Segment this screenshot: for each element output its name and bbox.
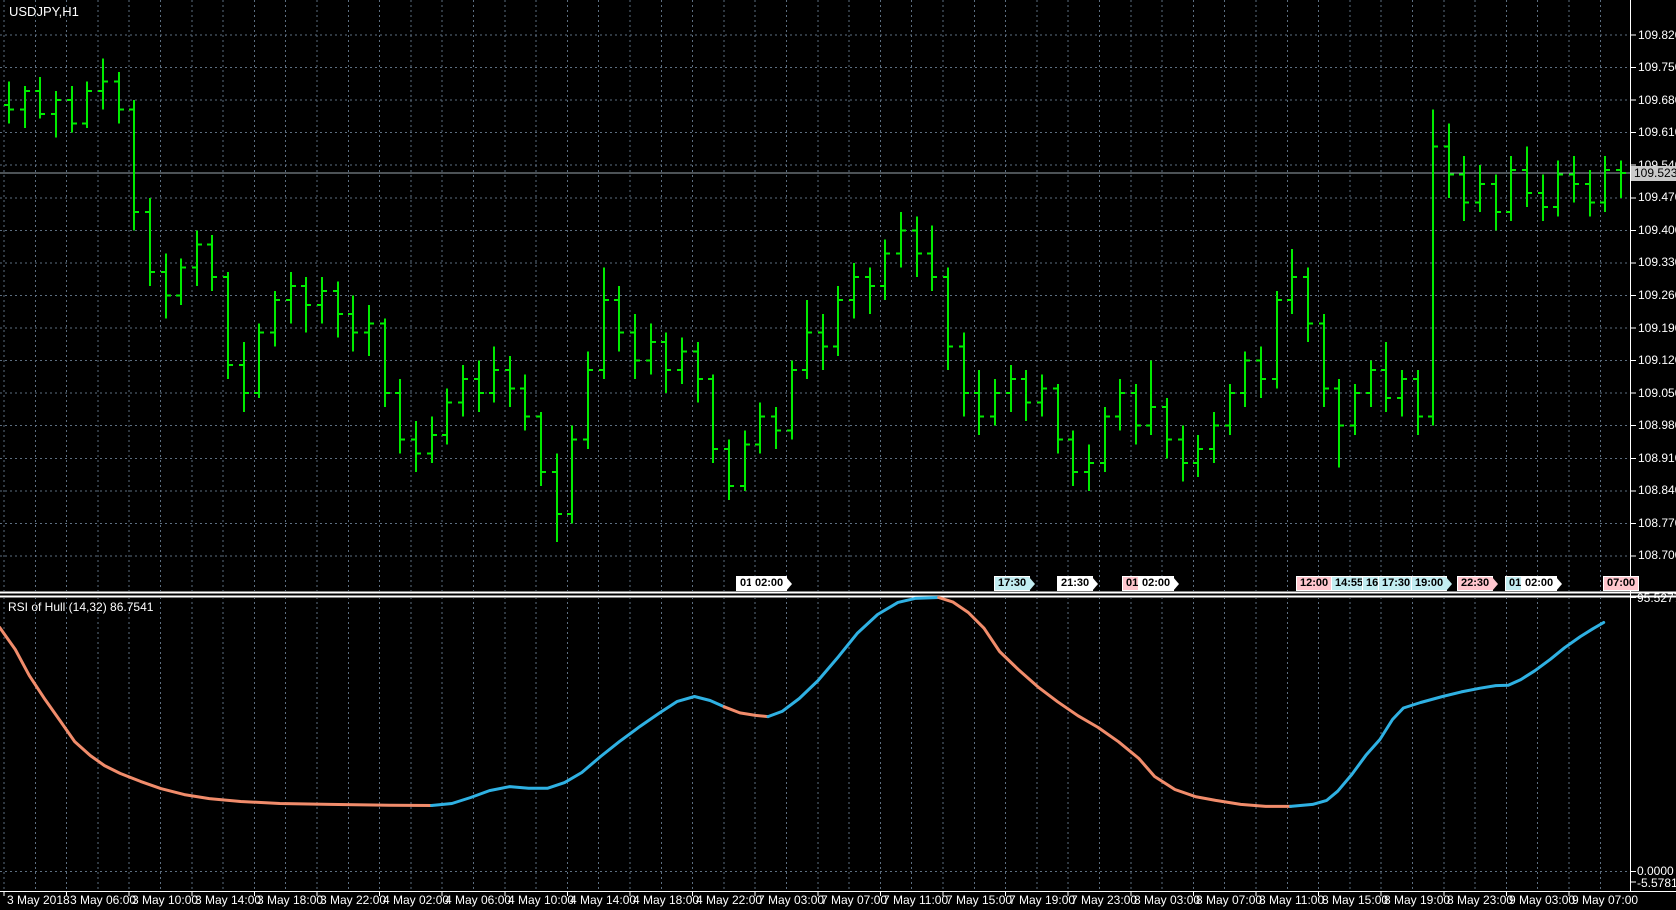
time-axis-label: 8 May 03:00 [1134,893,1201,907]
event-time-flag: 02:00 [751,576,788,591]
time-axis-label: 7 May 03:00 [758,893,825,907]
time-axis-label: 4 May 18:00 [633,893,700,907]
time-axis-label: 4 May 10:00 [508,893,575,907]
time-axis-label: 7 May 23:00 [1071,893,1138,907]
current-price-tag: 109.523 [1631,166,1676,181]
price-axis-label: 109.610 [1638,125,1676,139]
time-axis-label: 3 May 14:00 [195,893,262,907]
price-axis-label: 109.750 [1638,60,1676,74]
rsi-scale-max-label: 95.5277 [1637,591,1676,605]
event-time-flag: 17:30 [994,576,1031,591]
event-time-flag: 02:00 [1521,576,1558,591]
time-axis-label: 3 May 18:00 [257,893,324,907]
time-axis-label: 8 May 23:00 [1447,893,1514,907]
price-axis-label: 109.260 [1638,288,1676,302]
time-axis-label: 4 May 06:00 [445,893,512,907]
price-axis-label: 109.050 [1638,386,1676,400]
time-axis-label: 7 May 15:00 [946,893,1013,907]
price-axis-label: 109.470 [1638,190,1676,204]
time-axis-label: 8 May 11:00 [1259,893,1325,907]
price-axis-label: 109.680 [1638,93,1676,107]
chart-background [0,0,1676,910]
time-axis-label: 4 May 14:00 [570,893,637,907]
time-axis-label: 9 May 03:00 [1509,893,1576,907]
symbol-period-label: USDJPY,H1 [9,4,79,19]
time-axis-label: 3 May 10:00 [132,893,199,907]
event-time-flag: 19:00 [1411,576,1448,591]
rsi-scale-min-label: -5.5781 [1637,876,1676,890]
price-axis-label: 108.770 [1638,516,1676,530]
mt4-chart-window: USDJPY,H1 01: 02:00 17:30 21:30 01: 02:00 12:0… [0,0,1676,910]
time-axis-label: 7 May 19:00 [1009,893,1076,907]
event-time-flag: 22:30 [1457,576,1494,591]
price-axis-label: 108.910 [1638,451,1676,465]
time-axis-label: 8 May 15:00 [1322,893,1389,907]
event-time-flag: 21:30 [1057,576,1094,591]
price-axis-label: 108.700 [1638,548,1676,562]
time-axis-label: 8 May 07:00 [1196,893,1263,907]
chart-canvas[interactable] [0,0,1676,910]
time-axis-label: 9 May 07:00 [1572,893,1639,907]
event-time-flag: 07:00 [1603,576,1640,591]
price-axis-label: 108.840 [1638,483,1676,497]
time-axis-label: 3 May 2018 [7,893,70,907]
time-axis-label: 7 May 07:00 [821,893,888,907]
event-time-flag: 12:00 [1296,576,1333,591]
time-axis-label: 3 May 06:00 [70,893,137,907]
price-axis-label: 109.400 [1638,223,1676,237]
event-time-flag: 02:00 [1138,576,1175,591]
time-axis-label: 3 May 22:00 [320,893,387,907]
time-axis-label: 4 May 22:00 [696,893,763,907]
time-axis-label: 7 May 11:00 [883,893,949,907]
price-axis-label: 109.190 [1638,321,1676,335]
time-axis-label: 8 May 19:00 [1384,893,1451,907]
price-axis-label: 109.330 [1638,255,1676,269]
price-axis-label: 108.980 [1638,418,1676,432]
time-axis-label: 4 May 02:00 [383,893,450,907]
event-time-flag: 17:30 [1378,576,1415,591]
price-axis-label: 109.120 [1638,353,1676,367]
indicator-label: RSI of Hull (14,32) 86.7541 [8,600,154,614]
price-axis-label: 109.820 [1638,28,1676,42]
